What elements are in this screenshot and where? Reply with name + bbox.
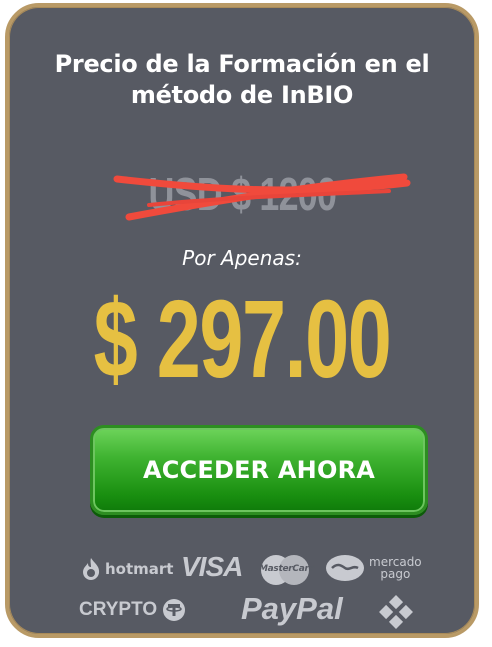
mercadopago-logo: mercado pago: [325, 553, 422, 583]
binance-logo: [379, 595, 413, 629]
handshake-icon: [326, 555, 364, 581]
subtitle-por-apenas: Por Apenas:: [182, 246, 302, 270]
strikethrough-scribble: [113, 173, 411, 221]
paypal-logo: PayPal: [241, 591, 343, 626]
crypto-logo: CRYPTO: [79, 598, 186, 622]
tether-icon: [163, 599, 186, 621]
price: $ 297.00: [93, 278, 392, 401]
mastercard-logo: MasterCard: [257, 554, 315, 586]
payment-logos-row-1: hotmart VISA MasterCard mercado pago: [9, 551, 475, 591]
old-price-block: USD $ 1200: [9, 157, 475, 237]
acceder-ahora-button[interactable]: ACCEDER AHORA: [90, 425, 428, 515]
card-title: Precio de la Formación en el método de I…: [54, 50, 430, 109]
binance-icon: [379, 595, 413, 629]
button-label: ACCEDER AHORA: [142, 456, 376, 484]
pricing-card: Precio de la Formación en el método de I…: [5, 3, 479, 638]
visa-logo: VISA: [181, 551, 243, 582]
payment-logos-row-2: CRYPTO PayPal: [9, 591, 475, 633]
hotmart-flame-icon: [83, 558, 100, 580]
hotmart-logo: hotmart: [81, 557, 173, 581]
